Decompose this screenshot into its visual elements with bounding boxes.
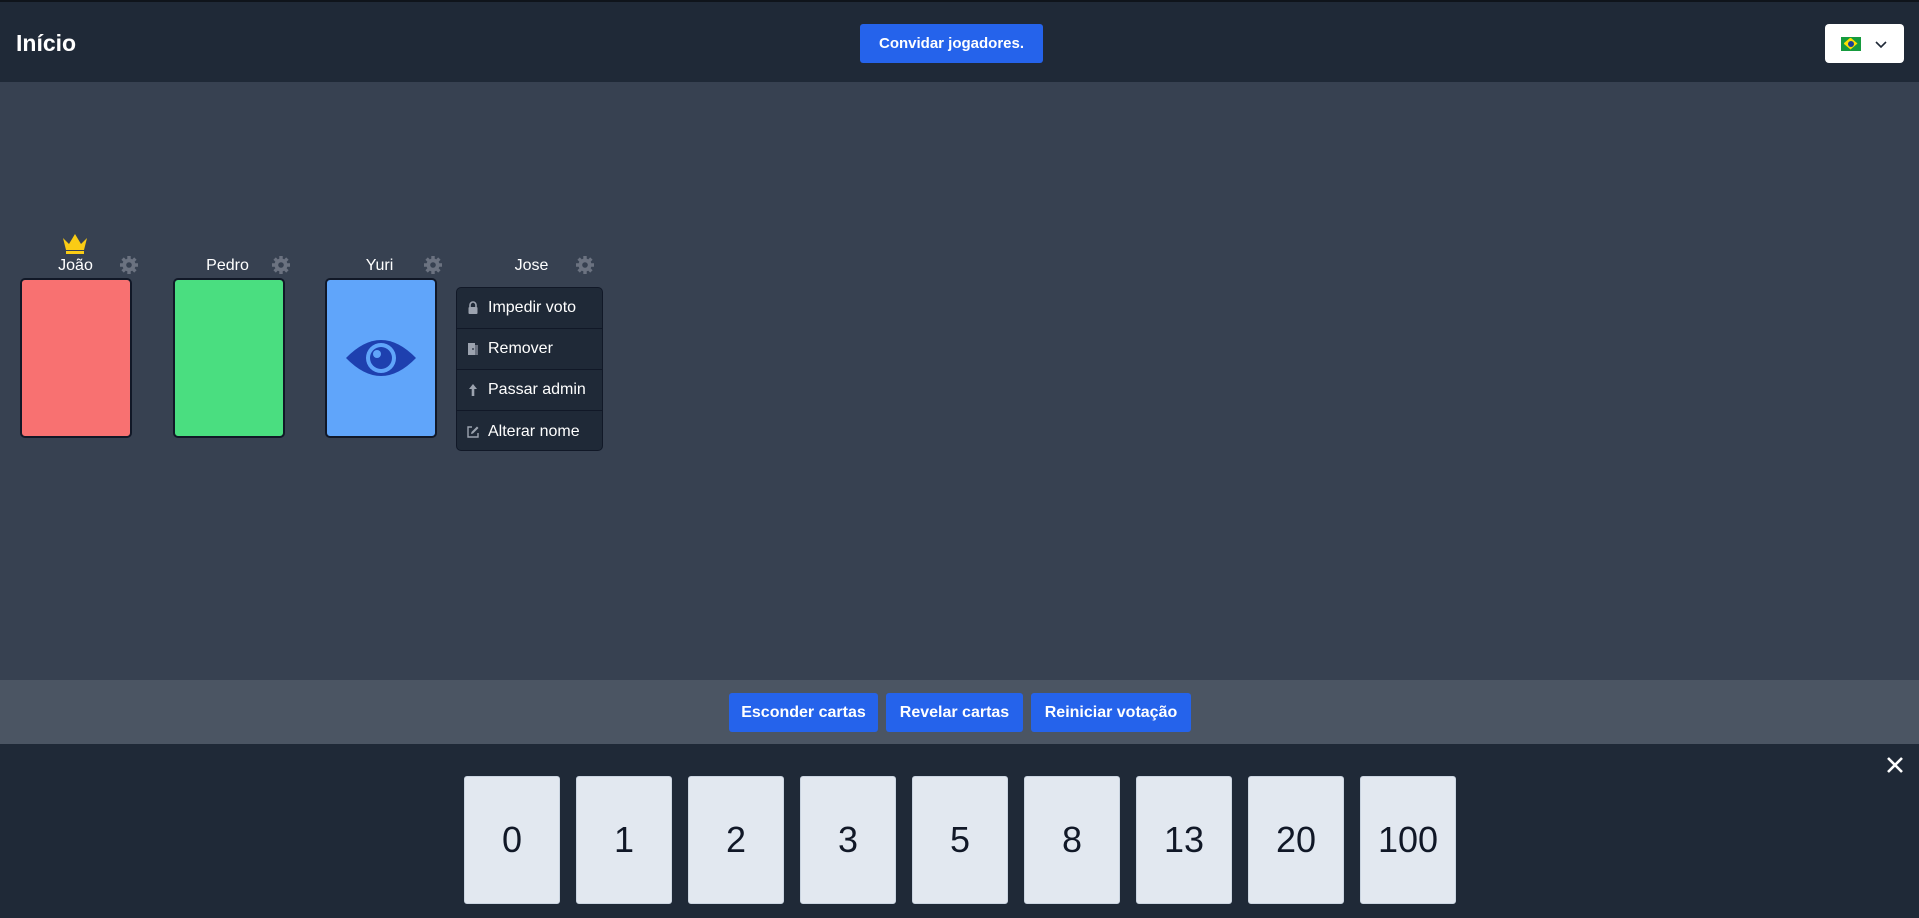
language-select[interactable] xyxy=(1825,24,1904,63)
top-bar: Início Convidar jogadores. xyxy=(0,0,1919,82)
menu-item-block-vote[interactable]: Impedir voto xyxy=(457,288,602,329)
vote-card[interactable]: 3 xyxy=(800,776,896,904)
poker-table: João Pedro Yuri Jose xyxy=(0,82,1919,680)
gear-icon[interactable] xyxy=(119,255,139,275)
player-context-menu: Impedir voto Remover Passar admin Altera… xyxy=(456,287,603,451)
gear-icon[interactable] xyxy=(575,255,595,275)
menu-item-transfer-admin[interactable]: Passar admin xyxy=(457,370,602,411)
menu-item-label: Impedir voto xyxy=(488,299,577,316)
action-bar: Esconder cartas Revelar cartas Reiniciar… xyxy=(0,680,1919,744)
vote-card[interactable]: 0 xyxy=(464,776,560,904)
menu-item-remove[interactable]: Remover xyxy=(457,329,602,370)
reveal-cards-button[interactable]: Revelar cartas xyxy=(886,693,1023,732)
player-name: João xyxy=(58,257,93,274)
vote-card[interactable]: 13 xyxy=(1136,776,1232,904)
vote-card[interactable]: 2 xyxy=(688,776,784,904)
player-card xyxy=(20,278,132,438)
vote-card[interactable]: 20 xyxy=(1248,776,1344,904)
menu-item-label: Remover xyxy=(488,340,553,357)
crown-icon xyxy=(63,234,87,254)
player-name: Jose xyxy=(514,257,549,274)
lock-icon xyxy=(468,301,478,314)
player-name: Pedro xyxy=(206,257,249,274)
vote-card[interactable]: 8 xyxy=(1024,776,1120,904)
vote-deck: 0 1 2 3 5 8 13 20 100 xyxy=(0,744,1919,918)
edit-icon xyxy=(467,425,479,438)
hide-cards-button[interactable]: Esconder cartas xyxy=(729,693,878,732)
door-icon xyxy=(468,343,478,355)
gear-icon[interactable] xyxy=(423,255,443,275)
vote-card[interactable]: 5 xyxy=(912,776,1008,904)
vote-card[interactable]: 100 xyxy=(1360,776,1456,904)
player-card xyxy=(173,278,285,438)
menu-item-label: Alterar nome xyxy=(488,422,580,440)
menu-item-label: Passar admin xyxy=(488,381,586,398)
menu-item-rename[interactable]: Alterar nome xyxy=(457,411,602,450)
restart-vote-button[interactable]: Reiniciar votação xyxy=(1031,693,1191,732)
close-icon[interactable] xyxy=(1884,754,1906,776)
invite-players-button[interactable]: Convidar jogadores. xyxy=(860,24,1043,63)
player-name: Yuri xyxy=(365,257,394,274)
chevron-down-icon xyxy=(1874,40,1887,48)
page-title: Início xyxy=(16,30,77,56)
vote-card[interactable]: 1 xyxy=(576,776,672,904)
arrow-up-icon xyxy=(469,384,477,396)
player-card xyxy=(325,278,437,438)
gear-icon[interactable] xyxy=(271,255,291,275)
eye-icon xyxy=(346,340,416,376)
brazil-flag-icon xyxy=(1840,36,1861,51)
